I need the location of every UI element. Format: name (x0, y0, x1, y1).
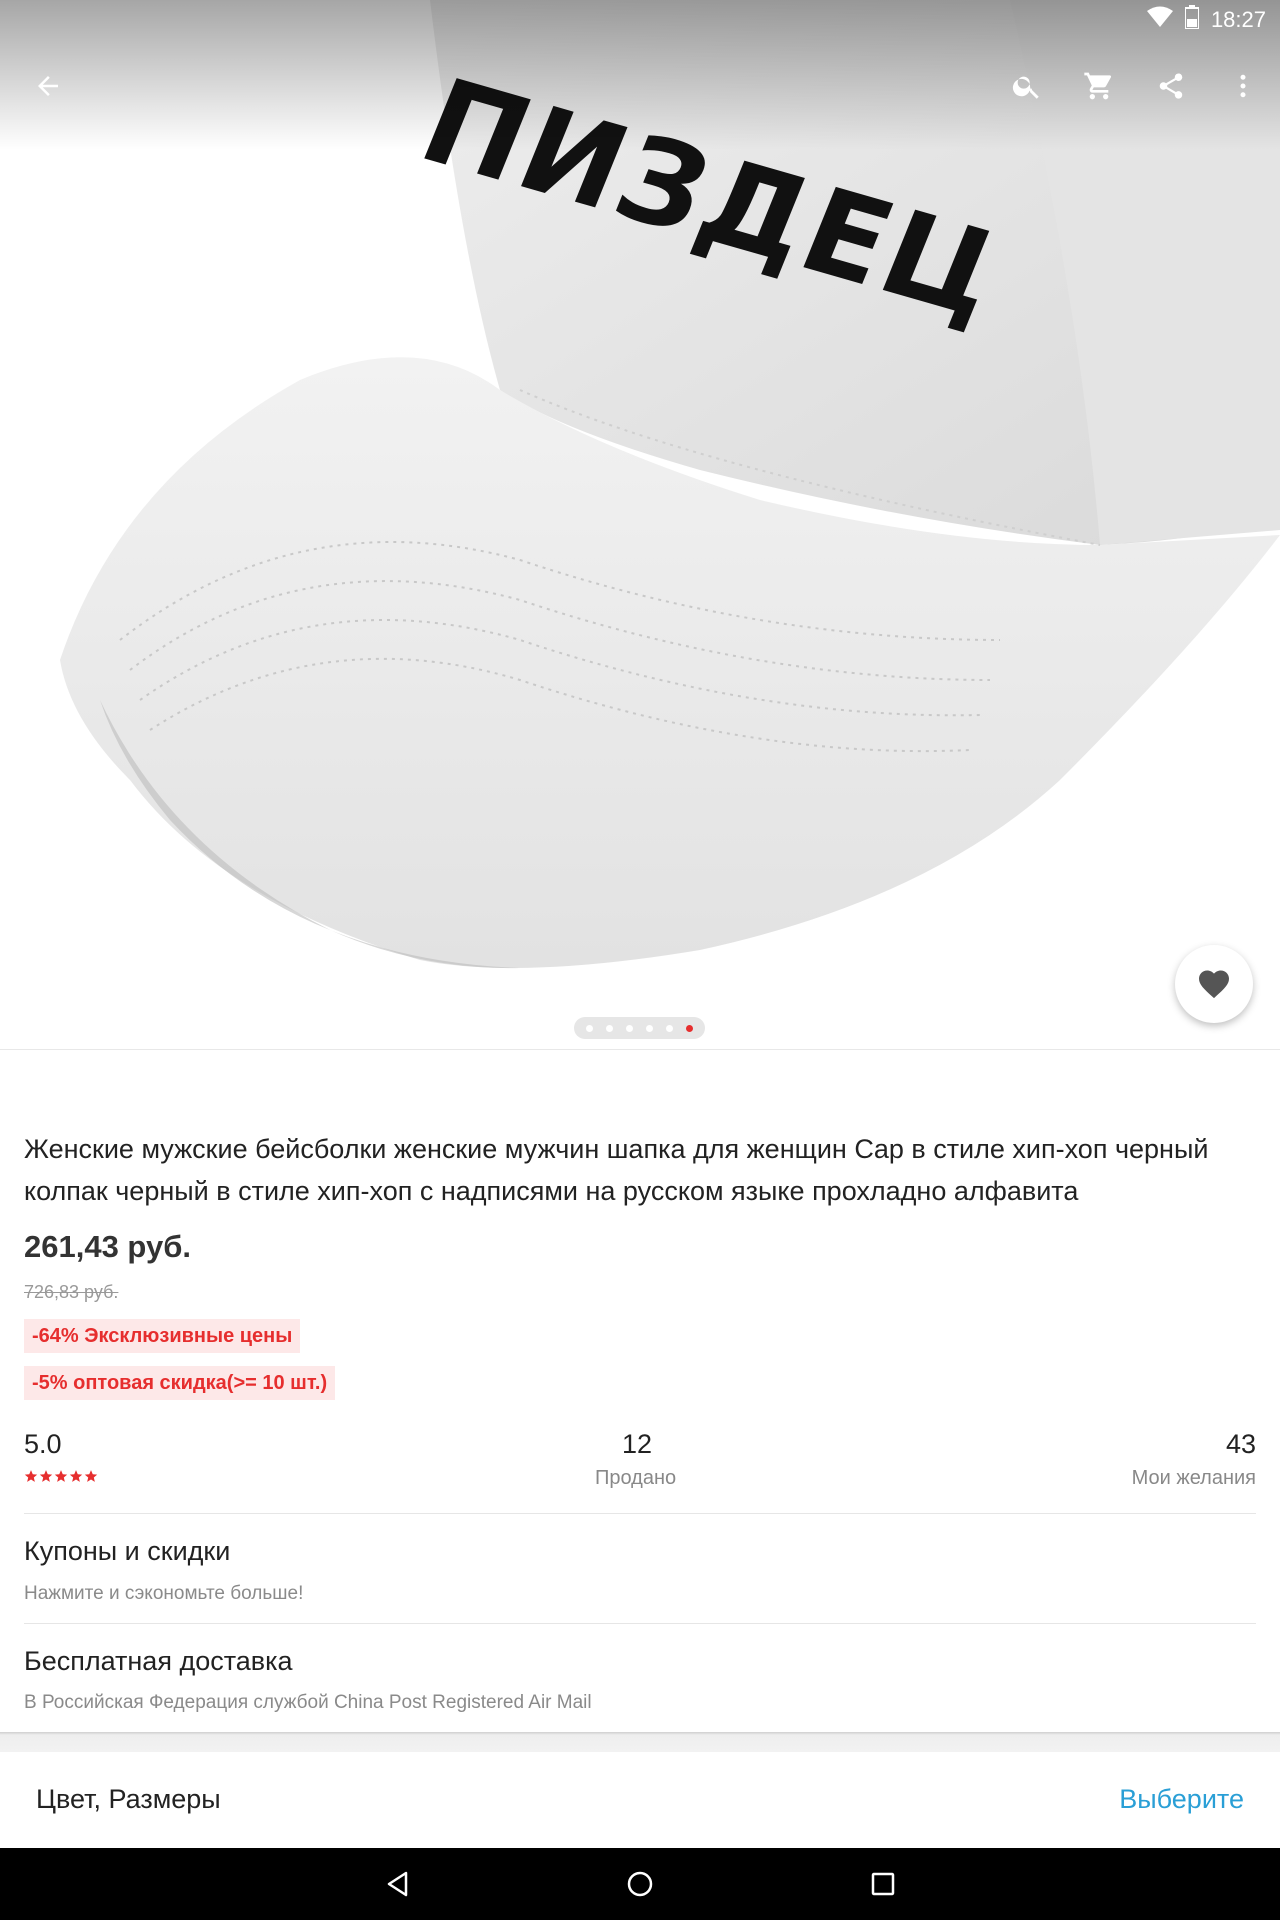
variant-label: Цвет, Размеры (36, 1784, 221, 1814)
battery-icon (1183, 5, 1200, 35)
add-to-wishlist-button[interactable] (1175, 945, 1253, 1023)
triangle-back-icon (387, 1871, 408, 1897)
sold-label: Продано (595, 1467, 677, 1489)
heart-icon (1199, 970, 1229, 999)
coupons-title[interactable]: Купоны и скидки (24, 1536, 230, 1567)
divider (0, 1049, 1280, 1050)
more-button[interactable] (1213, 56, 1273, 116)
select-variant-button[interactable]: Выберите (1119, 1784, 1244, 1815)
toolbar (0, 56, 1280, 116)
circle-home-icon (627, 1871, 653, 1897)
pager-dot[interactable] (586, 1024, 593, 1032)
divider (24, 1623, 1256, 1624)
pager-dot-active[interactable] (686, 1024, 693, 1032)
shipping-title[interactable]: Бесплатная доставка (24, 1646, 293, 1677)
cart-button[interactable] (1069, 56, 1129, 116)
product-title: Женские мужские бейсболки женские мужчин… (24, 1134, 1209, 1206)
divider (24, 1513, 1256, 1514)
wifi-icon (1146, 6, 1173, 34)
wishlist-label: Мои желания (1131, 1467, 1256, 1489)
image-pager[interactable] (574, 1017, 705, 1039)
section-separator (0, 1732, 1280, 1752)
pager-dot[interactable] (626, 1024, 633, 1032)
variant-selector-bar[interactable]: Цвет, Размеры Выберите (0, 1752, 1280, 1848)
cart-icon (1084, 72, 1112, 100)
product-image-gallery[interactable]: ПИЗДЕЦ 18:27 (0, 0, 1280, 1049)
coupons-subtitle: Нажмите и сэкономьте больше! (24, 1583, 304, 1604)
wishlist-count: 43 (1225, 1429, 1256, 1459)
shipping-subtitle: В Российская Федерация службой China Pos… (24, 1692, 592, 1713)
system-back-button[interactable] (368, 1854, 428, 1914)
star-icon (39, 1470, 53, 1482)
rating-stars[interactable] (24, 1469, 98, 1483)
status-bar: 18:27 (0, 0, 1280, 40)
search-icon (1012, 76, 1039, 99)
back-button[interactable] (18, 56, 78, 116)
promo-badge-wholesale: -5% оптовая скидка(>= 10 шт.) (24, 1366, 336, 1400)
system-recents-button[interactable] (853, 1854, 913, 1914)
share-icon (1159, 73, 1183, 99)
star-icon (69, 1470, 83, 1482)
square-recents-icon (871, 1872, 895, 1896)
star-icon (54, 1470, 68, 1482)
share-button[interactable] (1141, 56, 1201, 116)
sold-count: 12 (622, 1429, 653, 1459)
status-time: 18:27 (1210, 7, 1266, 32)
system-home-button[interactable] (610, 1854, 670, 1914)
star-icon (24, 1470, 38, 1482)
pager-dot[interactable] (646, 1024, 653, 1032)
pager-dot[interactable] (606, 1024, 613, 1032)
star-icon (84, 1470, 98, 1482)
promo-badge-exclusive: -64% Эксклюзивные цены (24, 1319, 301, 1353)
product-image: ПИЗДЕЦ (60, 0, 1280, 969)
pager-dot[interactable] (666, 1024, 673, 1032)
product-price: 261,43 руб. (24, 1229, 191, 1264)
search-button[interactable] (997, 56, 1057, 116)
rating-value[interactable]: 5.0 (24, 1429, 62, 1460)
system-nav-bar (0, 1848, 1280, 1920)
more-vert-icon (1240, 74, 1246, 98)
arrow-back-icon (38, 76, 58, 96)
product-old-price: 726,83 руб. (24, 1282, 119, 1302)
